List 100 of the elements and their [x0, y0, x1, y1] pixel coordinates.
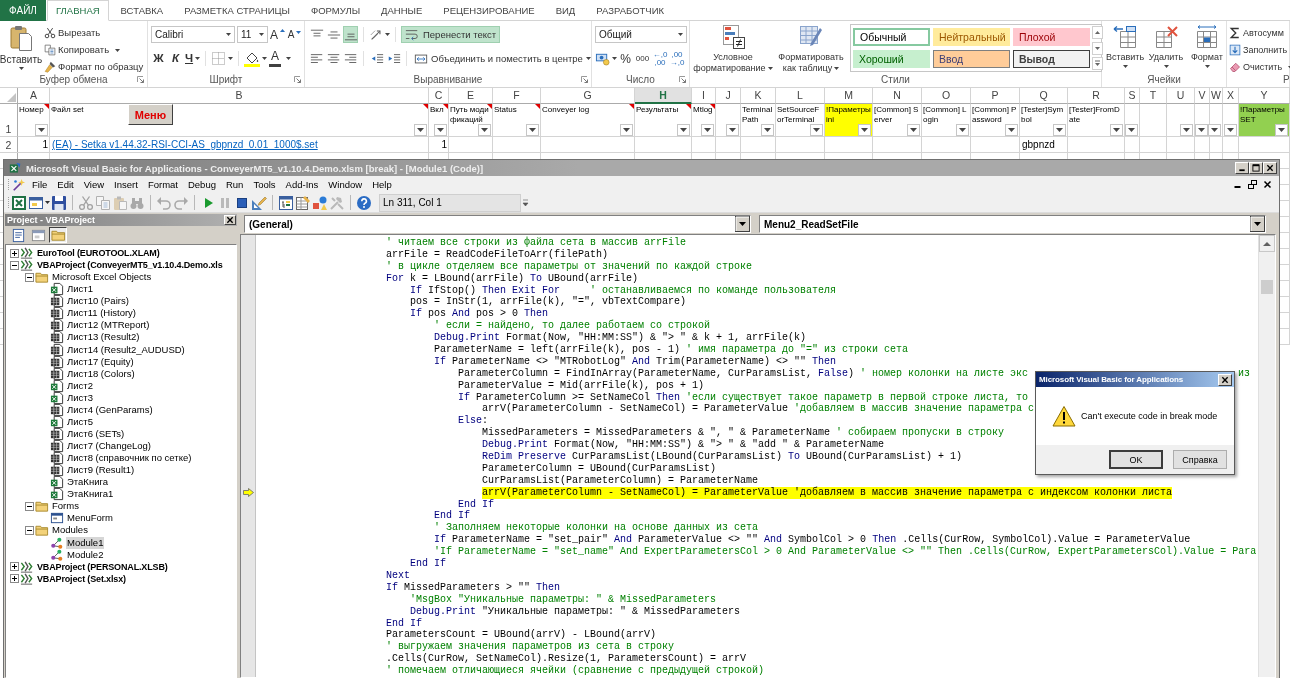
filter-button[interactable]: [526, 124, 539, 136]
menu-item[interactable]: Insert: [110, 177, 142, 192]
tree-item[interactable]: ЭтаКнига: [66, 476, 109, 489]
delete-cells-button[interactable]: Удалить: [1146, 21, 1186, 73]
bold-button[interactable]: Ж: [151, 50, 166, 67]
column-header[interactable]: T: [1140, 88, 1167, 104]
collapse-icon[interactable]: [10, 260, 19, 270]
filter-button[interactable]: [1180, 124, 1193, 136]
autosum-button[interactable]: Автосумм: [1227, 25, 1290, 41]
close-button[interactable]: [1218, 373, 1232, 386]
format-cells-button[interactable]: Формат: [1187, 21, 1227, 73]
format-as-table-button[interactable]: Форматировать как таблицу: [774, 21, 848, 73]
borders-button[interactable]: [211, 50, 234, 67]
menu-item[interactable]: Edit: [53, 177, 78, 192]
column-header[interactable]: N: [873, 88, 922, 104]
underline-button[interactable]: Ч: [185, 50, 201, 67]
column-header[interactable]: U: [1167, 88, 1195, 104]
tree-item[interactable]: Microsoft Excel Objects: [51, 271, 153, 284]
dialog-launcher-icon[interactable]: [581, 76, 588, 83]
menu-item[interactable]: View: [79, 177, 109, 192]
tree-item[interactable]: ЭтаКнига1: [66, 488, 115, 501]
alignment-button[interactable]: [343, 26, 358, 43]
tree-item[interactable]: Лист7 (ChangeLog): [66, 440, 153, 453]
cut-button[interactable]: Вырезать: [42, 25, 146, 41]
filter-button[interactable]: [761, 124, 774, 136]
filter-button[interactable]: [414, 124, 427, 136]
toolbar-options-icon[interactable]: [522, 198, 529, 207]
save-button[interactable]: [51, 193, 67, 212]
child-restore-button[interactable]: [1247, 179, 1258, 190]
filter-button[interactable]: [1224, 124, 1237, 136]
column-header[interactable]: O: [922, 88, 971, 104]
tree-item[interactable]: Лист13 (Result2): [66, 331, 141, 344]
column-header[interactable]: E: [449, 88, 493, 104]
filter-button[interactable]: [810, 124, 823, 136]
properties-button[interactable]: [295, 193, 311, 212]
minimize-button[interactable]: [1235, 162, 1249, 174]
column-header[interactable]: Q: [1020, 88, 1068, 104]
menu-item[interactable]: Tools: [249, 177, 280, 192]
scroll-up-icon[interactable]: [1092, 26, 1103, 39]
tree-item[interactable]: Лист3: [66, 391, 94, 404]
clear-button[interactable]: Очистить: [1227, 59, 1290, 75]
tree-item[interactable]: Лист17 (Equity): [66, 355, 135, 368]
column-header[interactable]: S: [1125, 88, 1140, 104]
tree-item[interactable]: Лист1: [66, 283, 94, 296]
font-size-field[interactable]: 11: [237, 26, 268, 43]
view-excel-button[interactable]: [11, 193, 27, 212]
filter-button[interactable]: [1125, 124, 1138, 136]
expand-icon[interactable]: [10, 574, 19, 584]
help-button[interactable]: [356, 193, 372, 212]
dialog-launcher-icon[interactable]: [679, 76, 686, 83]
paste-button[interactable]: Вставить: [0, 21, 42, 73]
tree-item[interactable]: VBAProject (ConveyerMT5_v1.10.4.Demo.xls: [36, 259, 224, 272]
column-header[interactable]: X: [1223, 88, 1239, 104]
column-header[interactable]: L: [776, 88, 825, 104]
expand-icon[interactable]: [10, 562, 19, 572]
font-name-field[interactable]: Calibri: [151, 26, 235, 43]
cell-style-option[interactable]: Вывод: [1013, 50, 1090, 68]
tree-item[interactable]: Лист10 (Pairs): [66, 295, 130, 308]
object-dropdown[interactable]: (General): [244, 215, 751, 233]
close-button[interactable]: [224, 215, 236, 225]
wrap-text-button[interactable]: Перенести текст: [401, 26, 501, 43]
increase-decimal-button[interactable]: ←,0 ,00: [652, 50, 668, 67]
ribbon-tab[interactable]: РАЗМЕТКА СТРАНИЦЫ: [175, 0, 299, 21]
insert-cells-button[interactable]: Вставить: [1105, 21, 1145, 73]
filter-button[interactable]: [726, 124, 739, 136]
tree-item[interactable]: Forms: [51, 500, 80, 513]
cell-style-option[interactable]: Хороший: [853, 50, 930, 68]
filter-button[interactable]: [677, 124, 690, 136]
column-header[interactable]: R: [1068, 88, 1125, 104]
tree-item[interactable]: Module1: [66, 536, 105, 549]
dialog-launcher-icon[interactable]: [294, 76, 301, 83]
column-header[interactable]: W: [1210, 88, 1223, 104]
column-header[interactable]: I: [692, 88, 716, 104]
tree-item[interactable]: Module2: [66, 548, 105, 561]
cell-style-option[interactable]: Обычный: [853, 28, 930, 46]
tree-item[interactable]: VBAProject (Set.xlsx): [36, 572, 127, 585]
filter-button[interactable]: [1208, 124, 1221, 136]
project-explorer-button[interactable]: [278, 193, 294, 212]
column-header[interactable]: J: [716, 88, 741, 104]
menu-item[interactable]: Help: [368, 177, 396, 192]
file-link[interactable]: (EA) - Setka v1.44.32-RSI-CCI-AS_gbpnzd_0.01_1000$.set: [52, 139, 318, 150]
font-color-button[interactable]: A: [269, 50, 292, 67]
filter-button[interactable]: [1053, 124, 1066, 136]
toggle-folders-button[interactable]: [49, 227, 67, 243]
row-header[interactable]: 1: [0, 104, 18, 137]
format-painter-button[interactable]: Формат по образцу: [42, 59, 146, 75]
number-format-field[interactable]: Общий: [595, 26, 687, 43]
collapse-icon[interactable]: [25, 501, 34, 511]
column-header[interactable]: P: [971, 88, 1020, 104]
collapse-icon[interactable]: [25, 525, 34, 535]
more-styles-icon[interactable]: [1092, 57, 1103, 70]
tree-item[interactable]: Лист11 (History): [66, 307, 138, 320]
cell-style-option[interactable]: Ввод: [933, 50, 1010, 68]
decrease-decimal-button[interactable]: ,00 →,0: [669, 50, 685, 67]
filter-button[interactable]: [956, 124, 969, 136]
column-header[interactable]: F: [493, 88, 541, 104]
percent-button[interactable]: %: [618, 50, 633, 67]
column-header[interactable]: V: [1195, 88, 1210, 104]
shrink-font-button[interactable]: A: [287, 26, 302, 43]
tree-item[interactable]: VBAProject (PERSONAL.XLSB): [36, 560, 169, 573]
